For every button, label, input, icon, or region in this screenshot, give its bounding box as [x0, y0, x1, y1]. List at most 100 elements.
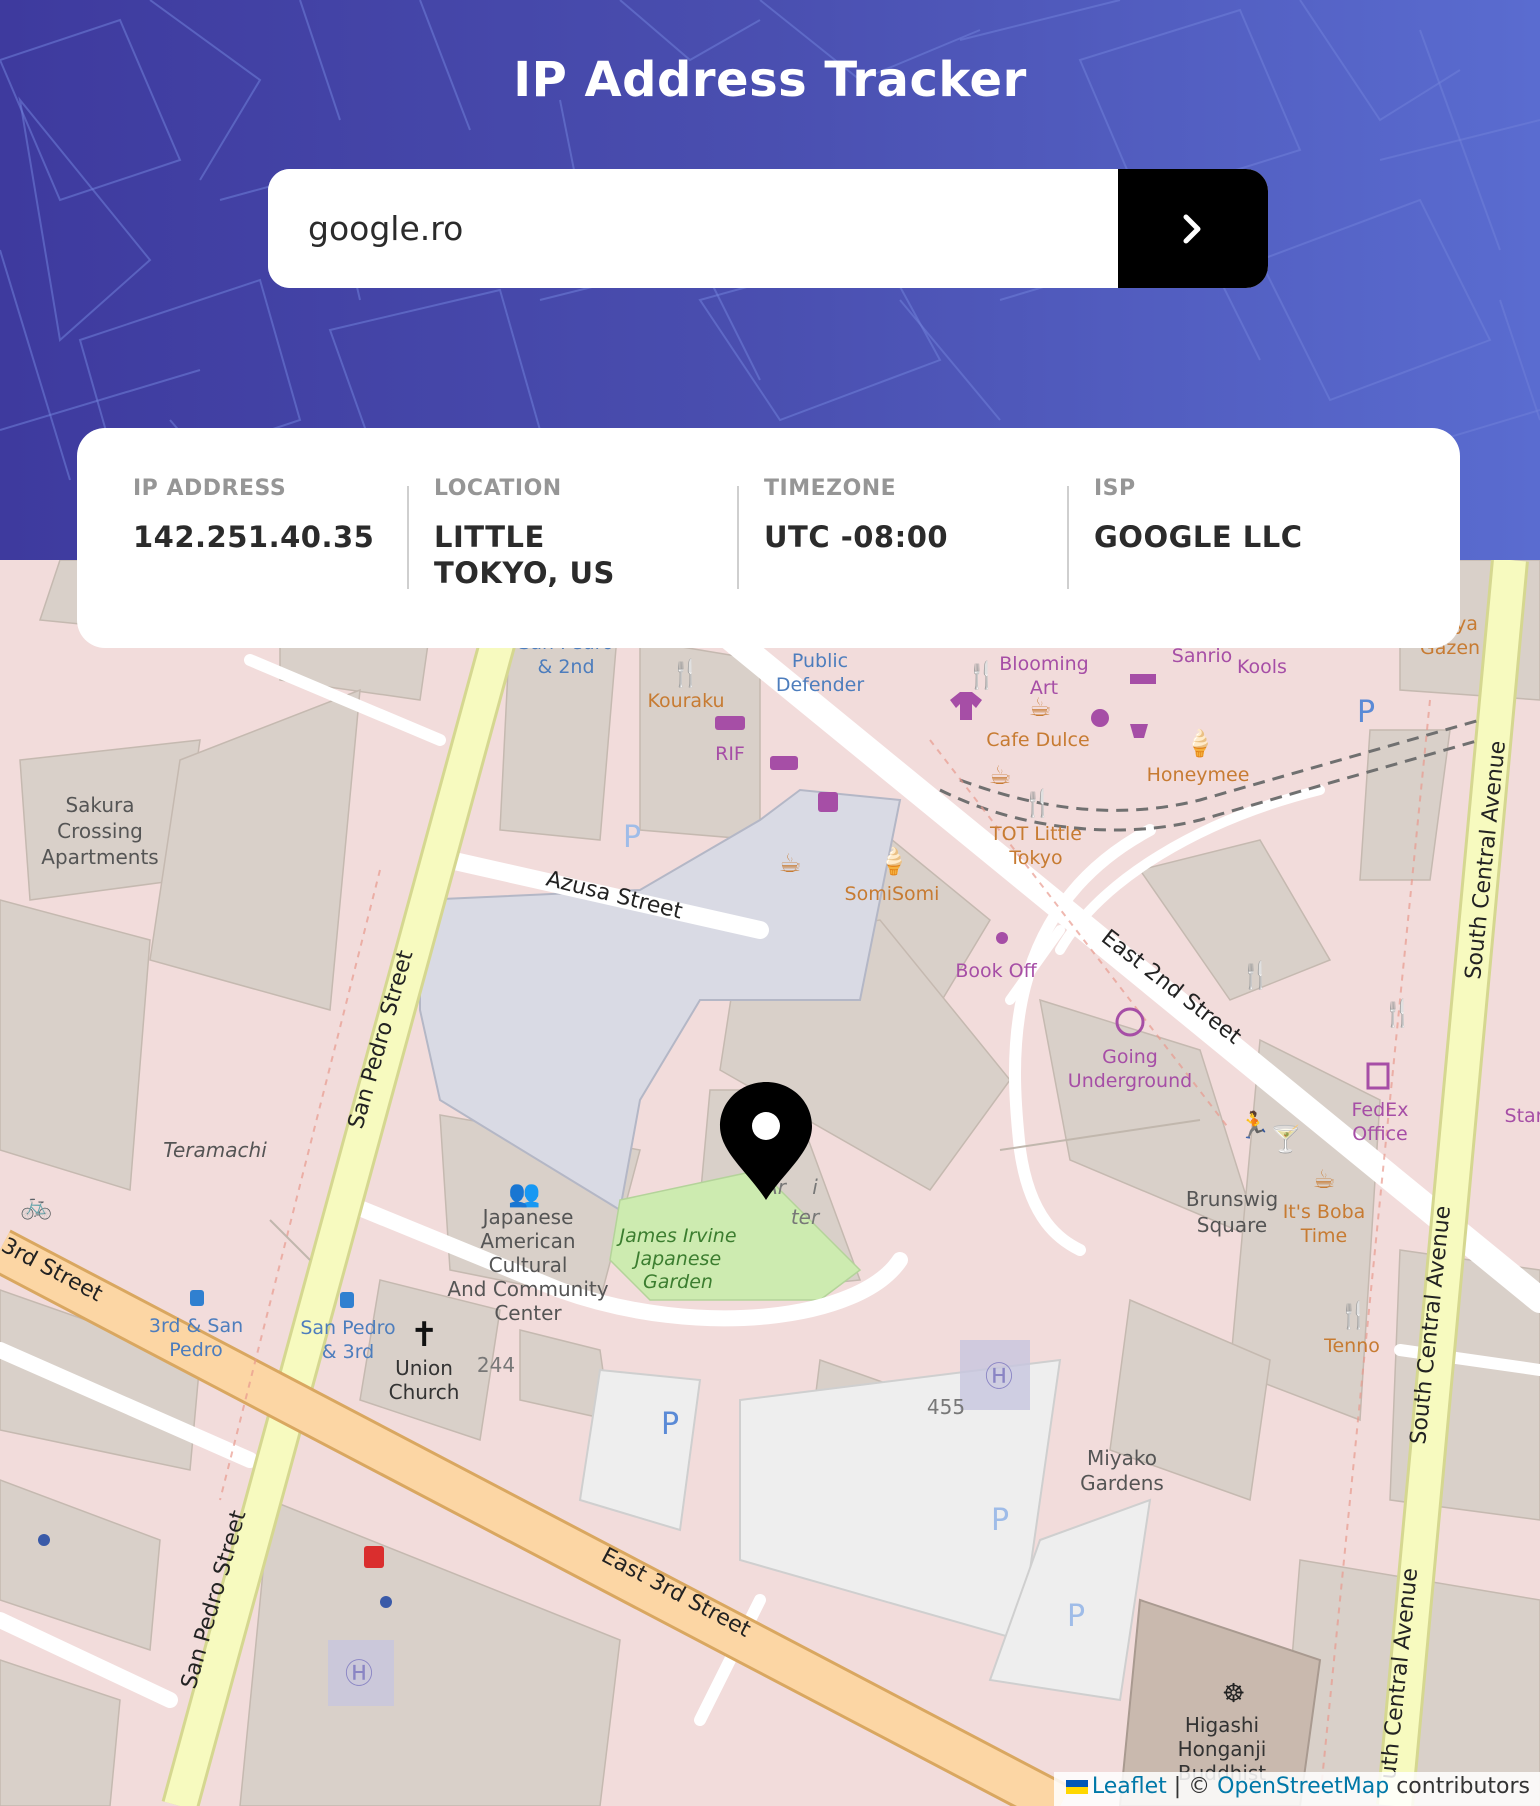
poi-label: FedEx [1352, 1099, 1409, 1121]
address-label: 244 [477, 1353, 515, 1377]
poi-label: Star [1505, 1105, 1540, 1127]
search-input[interactable] [268, 169, 1118, 288]
parking-lot [578, 1368, 702, 1532]
ip-address-value: 142.251.40.35 [133, 520, 375, 554]
chevron-right-icon [1183, 214, 1201, 243]
timezone-value: UTC -08:00 [764, 520, 949, 554]
poi-label: Blooming [999, 653, 1088, 675]
place-label: ter [791, 1205, 821, 1229]
poi-label: Going [1102, 1046, 1158, 1068]
poi-label: SomiSomi [845, 883, 940, 905]
poi-label: Sanrio [1172, 645, 1232, 667]
map-attribution: Leaflet | © OpenStreetMap contributors [1053, 1772, 1540, 1806]
poi-label: Underground [1068, 1070, 1192, 1092]
church-icon: ✝ [410, 1315, 439, 1355]
poi-label: Time [1300, 1225, 1348, 1247]
parking-icon: P [623, 820, 641, 855]
poi-label: Honeymee [1147, 764, 1250, 786]
shoe-icon [770, 756, 798, 770]
address-label: 455 [927, 1395, 965, 1419]
place-label: Higashi [1185, 1713, 1259, 1737]
poi-label: Kools [1237, 656, 1287, 678]
helipad-icon: Ⓗ [985, 1360, 1013, 1393]
poi-label: Kouraku [647, 690, 724, 712]
page-title: IP Address Tracker [513, 52, 1027, 108]
location-value-line1: LITTLE [434, 520, 545, 554]
attribution-separator: | © [1166, 1774, 1218, 1799]
shoe-icon [715, 716, 745, 730]
place-label: i [812, 1175, 818, 1199]
search-bar [268, 169, 1268, 288]
place-label: Center [494, 1301, 562, 1325]
pharmacy-icon [364, 1546, 384, 1568]
garden-label: James Irvine [615, 1225, 736, 1247]
shop-icon [996, 932, 1008, 944]
place-label: American [480, 1229, 575, 1253]
temple-icon: ☸ [1222, 1679, 1245, 1709]
poi-label: RIF [715, 743, 745, 765]
shop-icon [1130, 674, 1156, 684]
poi-label: Tenno [1323, 1335, 1380, 1357]
place-label: Gardens [1080, 1471, 1164, 1495]
bus-stop-label: & 2nd [537, 656, 594, 678]
ukraine-flag-icon [1065, 1780, 1088, 1794]
bus-stop-icon [190, 1290, 204, 1306]
search-submit-button[interactable] [1118, 169, 1268, 288]
poi-label: Office [1352, 1123, 1407, 1145]
poi-label: Public [792, 650, 848, 672]
place-label: Crossing [57, 819, 143, 843]
leaflet-link[interactable]: Leaflet [1092, 1774, 1167, 1799]
restaurant-icon: 🍴 [1338, 1300, 1370, 1331]
restaurant-icon: 🍴 [670, 658, 702, 689]
gift-icon [818, 792, 838, 812]
poi-label: Cafe Dulce [986, 729, 1089, 751]
place-label: Miyako [1087, 1446, 1157, 1470]
info-card: IP ADDRESS 142.251.40.35 LOCATION LITTLE… [77, 428, 1460, 648]
restaurant-icon: 🍴 [1382, 998, 1414, 1029]
timezone-cell: TIMEZONE UTC -08:00 [737, 476, 1067, 648]
bus-stop-label: San Pedro [300, 1317, 395, 1339]
restaurant-icon: 🍴 [966, 660, 998, 691]
poi-label: Tokyo [1008, 847, 1062, 869]
bus-stop-label: & 3rd [322, 1341, 374, 1363]
bicycle-icon: 🚲 [20, 1191, 52, 1221]
place-label: Square [1197, 1213, 1267, 1237]
map-view[interactable]: Ⓗ Ⓗ Azusa Street San Pedro Street San Pe… [0, 560, 1540, 1806]
poi-label: TOT Little [989, 823, 1082, 845]
location-cell: LOCATION LITTLE TOKYO, US [407, 476, 737, 648]
bus-stop-label: Pedro [169, 1339, 223, 1361]
bus-stop-label: 3rd & San [149, 1315, 243, 1337]
location-value: LITTLE TOKYO, US [434, 519, 737, 591]
helipad-icon: Ⓗ [345, 1657, 373, 1690]
sports-icon: 🏃 [1238, 1110, 1270, 1141]
place-label: Union [395, 1356, 453, 1380]
location-label: LOCATION [434, 476, 562, 501]
place-label: Brunswig [1186, 1187, 1278, 1211]
poi-dot [380, 1596, 392, 1608]
restaurant-icon: 🍴 [1240, 960, 1272, 991]
openstreetmap-link[interactable]: OpenStreetMap [1217, 1774, 1389, 1799]
parking-icon: P [991, 1503, 1009, 1538]
perfume-icon [1091, 709, 1109, 727]
cafe-icon: ☕ [1028, 693, 1051, 723]
bus-stop-icon [340, 1292, 354, 1308]
parking-icon: P [1067, 1599, 1085, 1634]
cafe-icon: ☕ [1312, 1165, 1335, 1195]
building [0, 899, 151, 1191]
poi-dot [38, 1534, 50, 1546]
parking-icon: P [661, 1407, 679, 1442]
place-label: Cultural [489, 1253, 568, 1277]
garden-label: Japanese [631, 1248, 721, 1270]
timezone-label: TIMEZONE [764, 476, 897, 501]
poi-label: It's Boba [1283, 1201, 1366, 1223]
ice-cream-icon: 🍦 [1184, 728, 1216, 759]
parking-icon: P [1357, 695, 1375, 730]
bar-icon: 🍸 [1270, 1123, 1302, 1155]
map-canvas[interactable]: Ⓗ Ⓗ Azusa Street San Pedro Street San Pe… [0, 560, 1540, 1806]
garden-label: Garden [643, 1271, 713, 1293]
poi-label: Defender [776, 674, 864, 696]
cafe-icon: ☕ [988, 761, 1011, 791]
place-label: Apartments [41, 845, 158, 869]
cafe-icon: ☕ [778, 849, 801, 879]
place-label: Sakura [65, 793, 134, 817]
